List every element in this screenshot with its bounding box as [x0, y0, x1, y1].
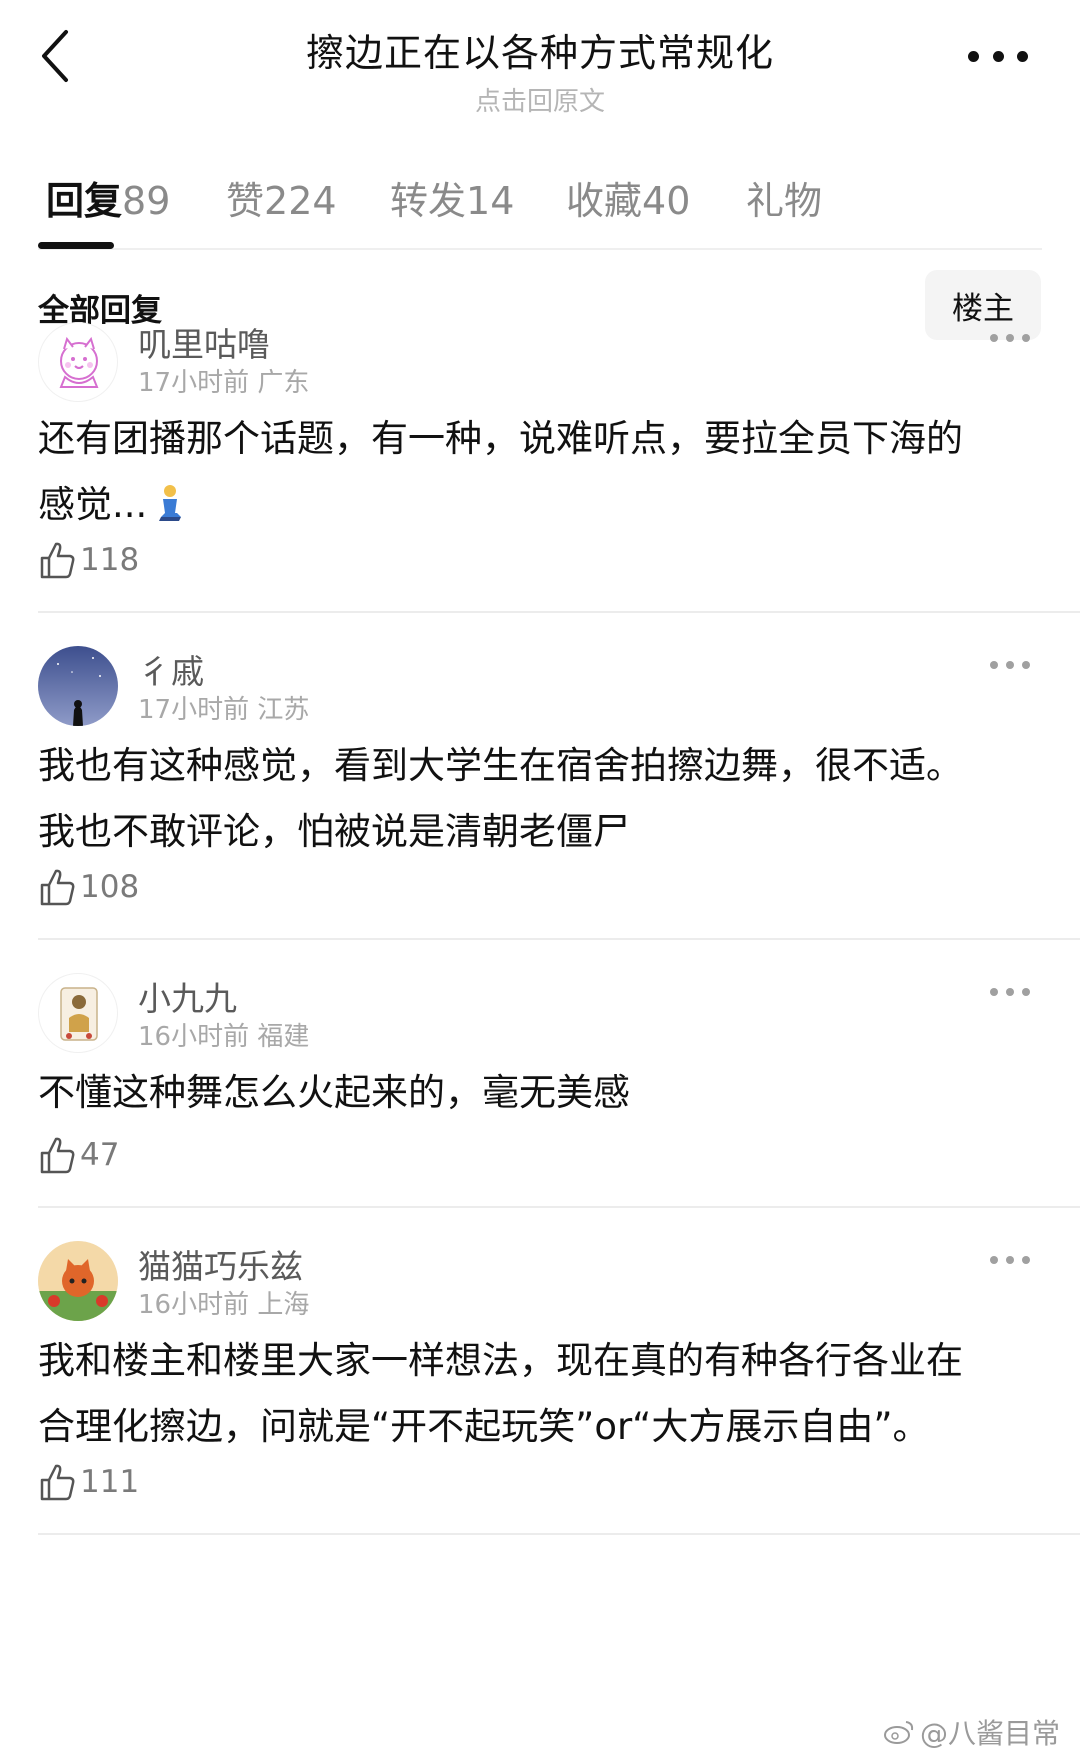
comment-location: 江苏 — [257, 695, 310, 725]
top-bar: 擦边正在以各种方式常规化 点击回原文 — [0, 0, 1080, 120]
more-dot-icon — [1017, 50, 1028, 62]
more-dot-icon — [1006, 661, 1014, 669]
more-dot-icon — [990, 661, 998, 669]
colorful-cat-avatar-icon — [38, 1241, 118, 1321]
tab-count: 14 — [466, 179, 515, 223]
more-dot-icon — [968, 50, 979, 62]
comment-meta: 16小时前 福建 — [138, 1016, 309, 1053]
tab-favorites[interactable]: 收藏40 — [566, 170, 690, 225]
comment-line-text: 感觉... — [38, 483, 148, 526]
tab-replies[interactable]: 回复89 — [46, 170, 170, 225]
watermark: @八酱目常 — [882, 1712, 1060, 1752]
avatar[interactable] — [38, 973, 118, 1053]
comment-text: 不懂这种舞怎么火起来的，毫无美感 — [38, 1060, 1042, 1126]
tab-label: 转发 — [390, 179, 467, 223]
like-button[interactable]: 47 — [38, 1133, 119, 1177]
comment-more-button[interactable] — [990, 984, 1030, 1000]
title-block: 擦边正在以各种方式常规化 点击回原文 — [0, 22, 1080, 118]
like-count: 111 — [80, 1464, 140, 1500]
thumbs-up-icon — [40, 1464, 75, 1501]
more-dot-icon — [992, 50, 1004, 62]
comment-line: 还有团播那个话题，有一种，说难听点，要拉全员下海的 — [38, 417, 963, 460]
comment-divider — [38, 1533, 1080, 1535]
view-original-link[interactable]: 点击回原文 — [0, 81, 1080, 118]
comment-more-button[interactable] — [990, 657, 1030, 673]
cartoon-cat-avatar-icon — [59, 336, 99, 388]
like-count: 118 — [80, 542, 140, 578]
comment-location: 广东 — [257, 368, 310, 398]
like-button[interactable]: 111 — [38, 1460, 139, 1504]
like-count: 108 — [80, 869, 140, 905]
comment-text: 我和楼主和楼里大家一样想法，现在真的有种各行各业在 合理化擦边，问就是“开不起玩… — [38, 1328, 1042, 1460]
comment-meta: 17小时前 江苏 — [138, 689, 309, 726]
comment-location: 上海 — [257, 1290, 310, 1320]
thumbs-up-icon — [40, 1137, 75, 1174]
weibo-logo-icon — [883, 1721, 914, 1744]
illustration-avatar-icon — [60, 987, 98, 1041]
username[interactable]: 小九九 — [138, 972, 237, 1020]
tab-gifts[interactable]: 礼物 — [746, 170, 822, 225]
like-count: 47 — [80, 1137, 120, 1173]
watermark-text: @八酱目常 — [919, 1717, 1060, 1750]
page-title: 擦边正在以各种方式常规化 — [305, 31, 774, 75]
comment-line: 合理化擦边，问就是“开不起玩笑”or“大方展示自由”。 — [38, 1405, 930, 1448]
active-tab-indicator — [38, 242, 114, 249]
more-dot-icon — [1022, 334, 1030, 342]
username[interactable]: 叽里咕噜 — [138, 318, 270, 366]
tab-bar: 回复89 赞224 转发14 收藏40 礼物 — [38, 150, 1042, 250]
comment-time: 17小时前 — [138, 368, 250, 398]
more-dot-icon — [1022, 1256, 1030, 1264]
comment-time: 16小时前 — [138, 1290, 250, 1320]
comment-divider — [38, 611, 1080, 613]
comment-divider — [38, 938, 1080, 940]
avatar[interactable] — [38, 646, 118, 726]
tab-label: 收藏 — [566, 179, 643, 223]
comment-line: 不懂这种舞怎么火起来的，毫无美感 — [38, 1071, 630, 1114]
comment-more-button[interactable] — [990, 1252, 1030, 1268]
thumbs-up-icon — [40, 869, 75, 906]
more-dot-icon — [1006, 1256, 1014, 1264]
tab-count: 40 — [642, 179, 691, 223]
username[interactable]: 猫猫巧乐兹 — [138, 1240, 303, 1288]
comment-text: 我也有这种感觉，看到大学生在宿舍拍擦边舞，很不适。 我也不敢评论，怕被说是清朝老… — [38, 733, 1042, 865]
like-button[interactable]: 108 — [38, 865, 139, 909]
tab-count: 224 — [264, 179, 337, 223]
comment-line: 感觉... — [38, 472, 1042, 538]
comment-meta: 17小时前 广东 — [138, 362, 309, 399]
comment-time: 16小时前 — [138, 1022, 250, 1052]
tab-count: 89 — [122, 179, 171, 223]
more-dot-icon — [990, 1256, 998, 1264]
comment-meta: 16小时前 上海 — [138, 1284, 309, 1321]
more-dot-icon — [1022, 988, 1030, 996]
tab-label: 回复 — [46, 179, 123, 223]
tab-reposts[interactable]: 转发14 — [390, 170, 514, 225]
tab-label: 赞 — [226, 179, 265, 223]
thumbs-up-icon — [40, 542, 75, 579]
comment-location: 福建 — [257, 1022, 310, 1052]
comment-time: 17小时前 — [138, 695, 250, 725]
more-dot-icon — [990, 334, 998, 342]
comment-line: 我也不敢评论，怕被说是清朝老僵尸 — [38, 810, 630, 853]
comment-text: 还有团播那个话题，有一种，说难听点，要拉全员下海的 感觉... — [38, 406, 1042, 538]
comment-more-button[interactable] — [990, 330, 1030, 346]
tab-label: 礼物 — [746, 179, 823, 223]
night-sky-avatar-icon — [38, 646, 118, 726]
kneeling-person-emoji-icon — [159, 485, 182, 521]
more-dot-icon — [1006, 334, 1014, 342]
comment-line: 我也有这种感觉，看到大学生在宿舍拍擦边舞，很不适。 — [38, 744, 963, 787]
more-options-button[interactable] — [968, 44, 1028, 68]
tab-likes[interactable]: 赞224 — [226, 170, 337, 225]
username[interactable]: 彳戚 — [138, 645, 204, 693]
comment-divider — [38, 1206, 1080, 1208]
like-button[interactable]: 118 — [38, 538, 139, 582]
more-dot-icon — [990, 988, 998, 996]
avatar[interactable] — [38, 322, 118, 402]
more-dot-icon — [1006, 988, 1014, 996]
comment-line: 我和楼主和楼里大家一样想法，现在真的有种各行各业在 — [38, 1339, 963, 1382]
avatar[interactable] — [38, 1241, 118, 1321]
more-dot-icon — [1022, 661, 1030, 669]
